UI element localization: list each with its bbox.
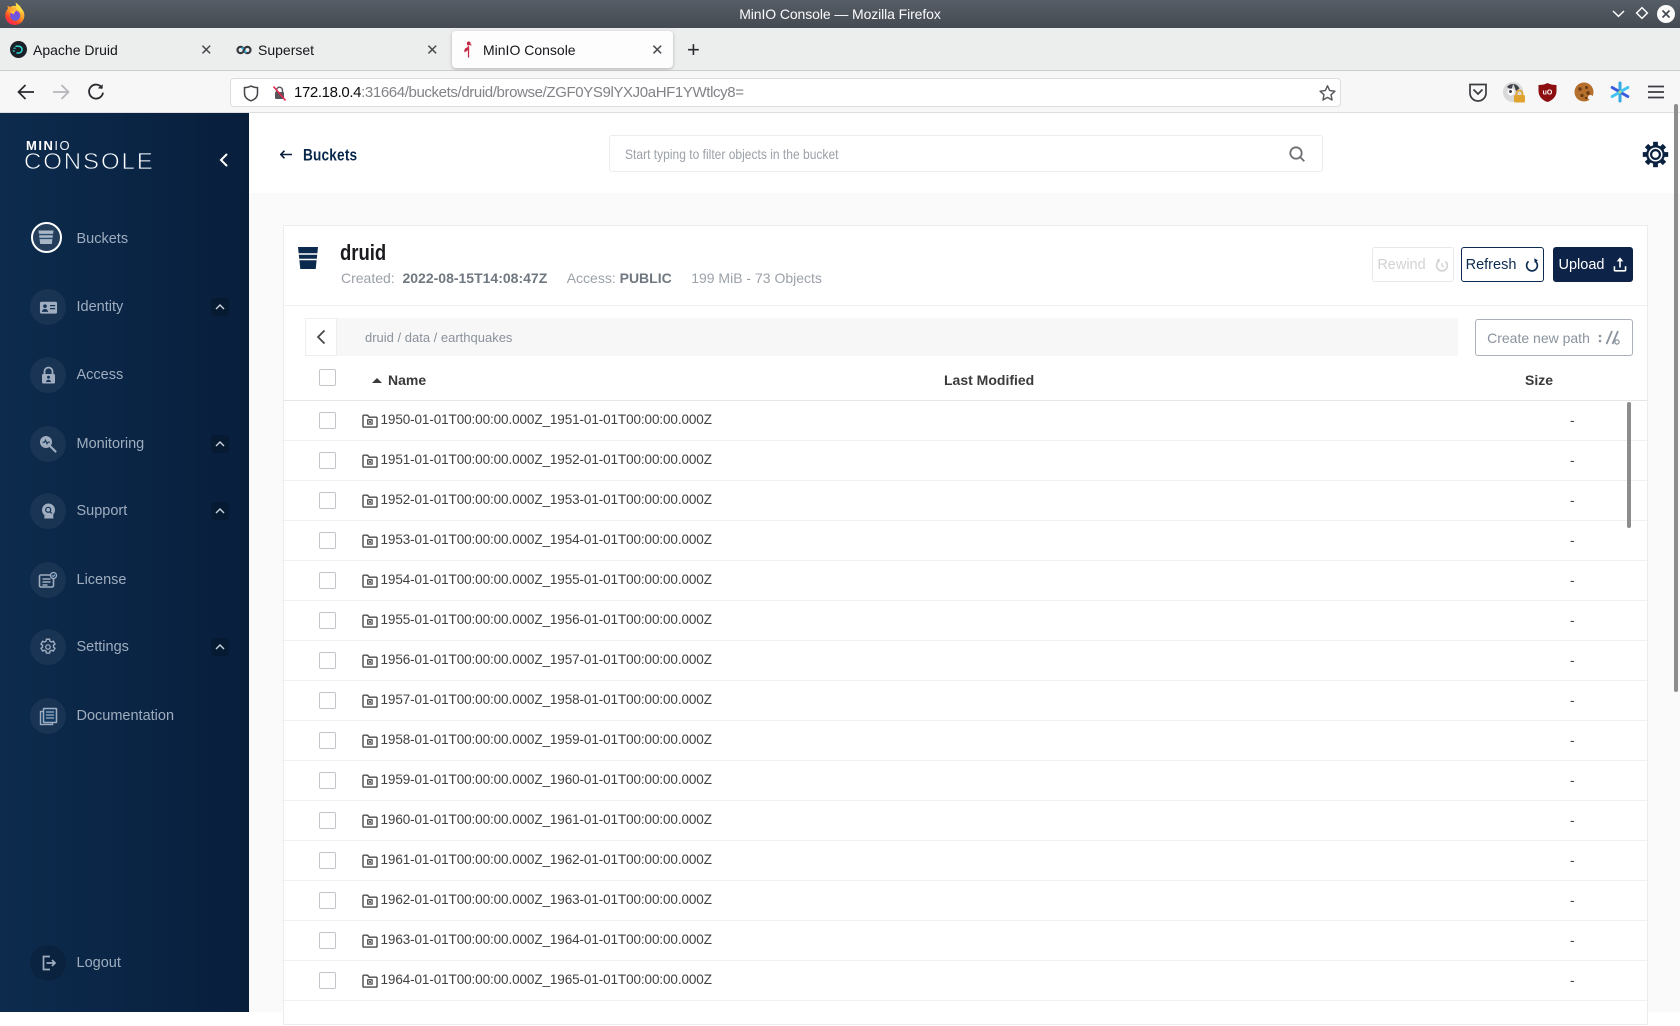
svg-text:uO: uO — [1543, 90, 1553, 97]
